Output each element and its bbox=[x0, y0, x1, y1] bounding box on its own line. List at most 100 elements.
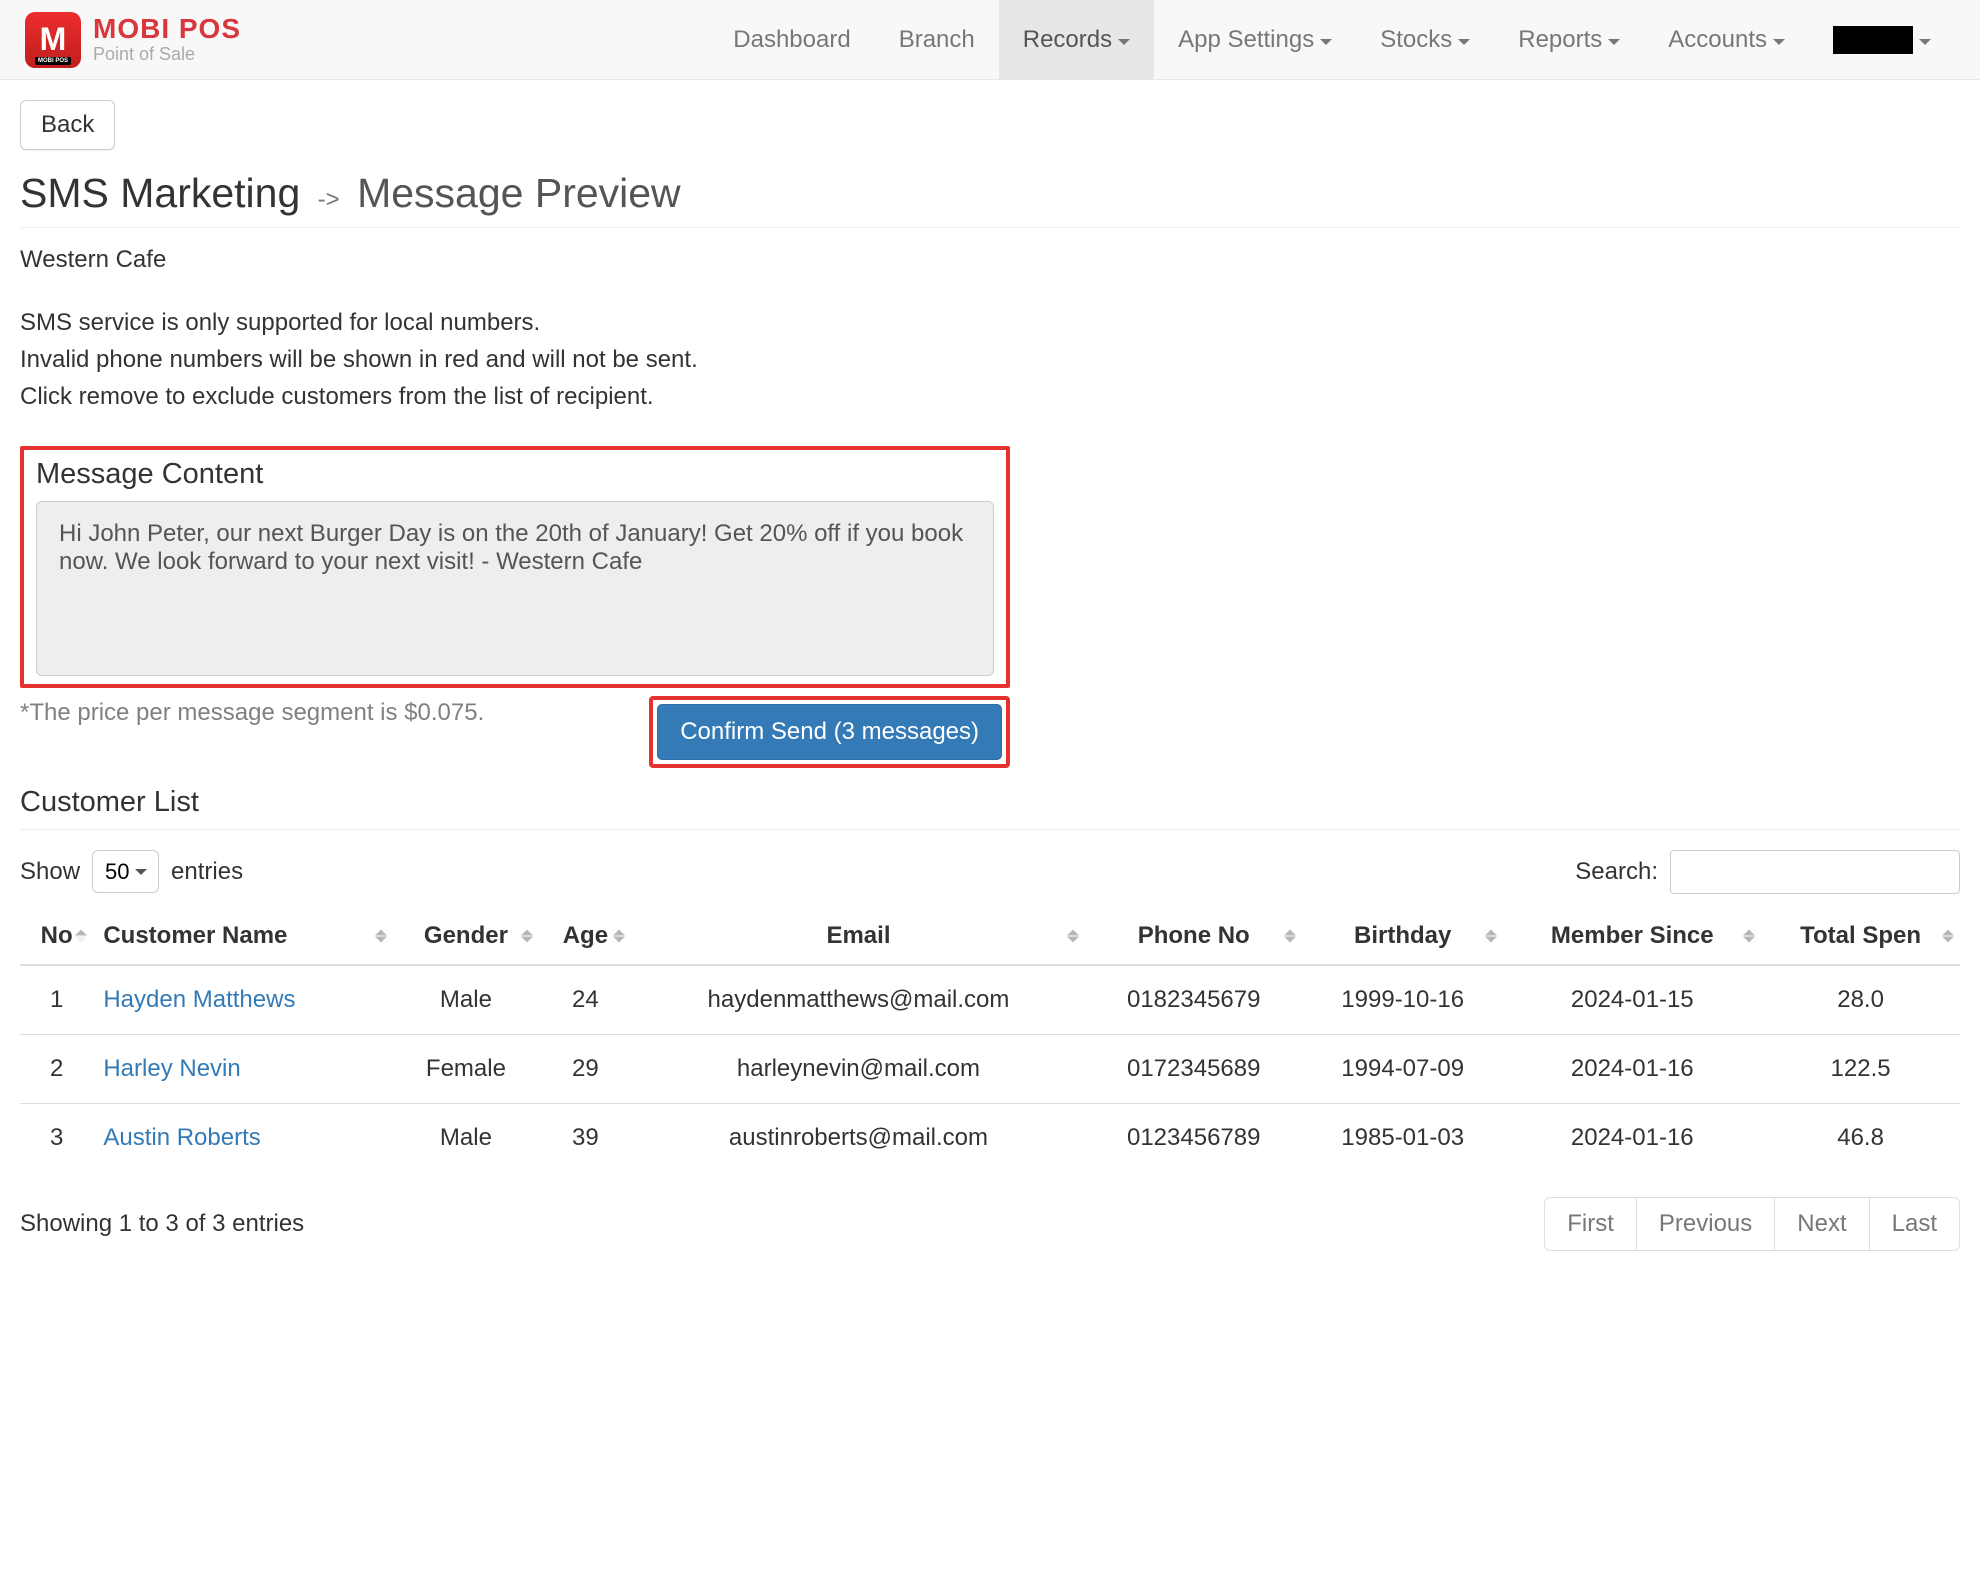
sort-icon bbox=[1485, 929, 1497, 942]
table-row: 1 Hayden Matthews Male24haydenmatthews@mai… bbox=[20, 965, 1960, 1035]
chevron-down-icon bbox=[1458, 39, 1470, 45]
sort-icon bbox=[521, 929, 533, 942]
search-input[interactable] bbox=[1670, 850, 1960, 894]
nav-label: Dashboard bbox=[733, 26, 850, 54]
cell: 1 bbox=[20, 965, 93, 1035]
cell: 3 bbox=[20, 1103, 93, 1172]
chevron-down-icon bbox=[1118, 39, 1130, 45]
nav-item-dashboard[interactable]: Dashboard bbox=[709, 0, 874, 79]
page-first[interactable]: First bbox=[1545, 1198, 1636, 1250]
page-next[interactable]: Next bbox=[1774, 1198, 1868, 1250]
nav-label: App Settings bbox=[1178, 26, 1314, 54]
nav-label: Accounts bbox=[1668, 26, 1767, 54]
column-header[interactable]: Member Since bbox=[1503, 908, 1761, 965]
chevron-down-icon bbox=[1608, 39, 1620, 45]
table-row: 3 Austin Roberts Male39austinroberts@mail.… bbox=[20, 1103, 1960, 1172]
chevron-down-icon bbox=[1320, 39, 1332, 45]
message-content: Hi John Peter, our next Burger Day is on… bbox=[36, 501, 994, 676]
show-label-post: entries bbox=[171, 858, 243, 886]
cell: austinroberts@mail.com bbox=[631, 1103, 1085, 1172]
cell: 122.5 bbox=[1761, 1034, 1960, 1103]
customer-link[interactable]: Austin Roberts bbox=[103, 1124, 260, 1151]
cell: Male bbox=[393, 1103, 540, 1172]
brand-tagline: Point of Sale bbox=[93, 45, 241, 65]
info-line: Invalid phone numbers will be shown in r… bbox=[20, 341, 1960, 378]
nav-item-reports[interactable]: Reports bbox=[1494, 0, 1644, 79]
cell-name[interactable]: Hayden Matthews bbox=[93, 965, 392, 1035]
cell: 1994-07-09 bbox=[1302, 1034, 1503, 1103]
cell: 2024-01-15 bbox=[1503, 965, 1761, 1035]
nav-item-branch[interactable]: Branch bbox=[875, 0, 999, 79]
nav-item-accounts[interactable]: Accounts bbox=[1644, 0, 1809, 79]
table-body: 1Hayden MatthewsMale24haydenmatthews@mai… bbox=[20, 965, 1960, 1172]
column-header[interactable]: Gender bbox=[393, 908, 540, 965]
divider bbox=[20, 829, 1960, 830]
chevron-down-icon bbox=[1773, 39, 1785, 45]
cell: 2024-01-16 bbox=[1503, 1103, 1761, 1172]
nav-items: Dashboard Branch Records App Settings Stocks… bbox=[709, 0, 1955, 79]
search-wrap: Search: bbox=[1575, 850, 1960, 894]
cell: Female bbox=[393, 1034, 540, 1103]
nav-item-records[interactable]: Records bbox=[999, 0, 1154, 79]
column-header[interactable]: Phone No bbox=[1085, 908, 1302, 965]
table-header-row: NoCustomer NameGenderAgeEmailPhone NoBir… bbox=[20, 908, 1960, 965]
cell: haydenmatthews@mail.com bbox=[631, 965, 1085, 1035]
column-header[interactable]: No bbox=[20, 908, 93, 965]
column-header[interactable]: Customer Name bbox=[93, 908, 392, 965]
price-note: *The price per message segment is $0.075… bbox=[20, 696, 484, 730]
sort-icon bbox=[375, 929, 387, 942]
navbar: M MOBI POS Point of Sale Dashboard Branch… bbox=[0, 0, 1980, 80]
sort-icon bbox=[1284, 929, 1296, 942]
cell: 46.8 bbox=[1761, 1103, 1960, 1172]
cell: 0123456789 bbox=[1085, 1103, 1302, 1172]
cell-name[interactable]: Harley Nevin bbox=[93, 1034, 392, 1103]
column-header[interactable]: Email bbox=[631, 908, 1085, 965]
title-arrow: -> bbox=[318, 186, 340, 213]
cell: 39 bbox=[539, 1103, 631, 1172]
nav-item-user[interactable] bbox=[1809, 0, 1955, 79]
logo[interactable]: M MOBI POS Point of Sale bbox=[25, 12, 241, 68]
message-heading: Message Content bbox=[36, 458, 994, 491]
page-title: SMS Marketing -> Message Preview bbox=[20, 170, 1960, 217]
nav-label: Stocks bbox=[1380, 26, 1452, 54]
sort-icon bbox=[75, 929, 87, 942]
nav-item-app-settings[interactable]: App Settings bbox=[1154, 0, 1356, 79]
cell: 29 bbox=[539, 1034, 631, 1103]
user-avatar bbox=[1833, 26, 1913, 54]
pagination: FirstPreviousNextLast bbox=[1544, 1197, 1960, 1251]
page-previous[interactable]: Previous bbox=[1636, 1198, 1774, 1250]
sort-icon bbox=[613, 929, 625, 942]
back-button[interactable]: Back bbox=[20, 100, 115, 150]
entries-length: Show 50 entries bbox=[20, 850, 243, 893]
show-label-pre: Show bbox=[20, 858, 80, 886]
cell: 1999-10-16 bbox=[1302, 965, 1503, 1035]
brand-name: MOBI POS bbox=[93, 14, 241, 45]
cell: 28.0 bbox=[1761, 965, 1960, 1035]
nav-item-stocks[interactable]: Stocks bbox=[1356, 0, 1494, 79]
nav-label: Records bbox=[1023, 26, 1112, 54]
nav-label: Reports bbox=[1518, 26, 1602, 54]
column-header[interactable]: Age bbox=[539, 908, 631, 965]
entries-select[interactable]: 50 bbox=[92, 850, 159, 893]
cell: 1985-01-03 bbox=[1302, 1103, 1503, 1172]
info-block: SMS service is only supported for local … bbox=[20, 304, 1960, 416]
confirm-highlight: Confirm Send (3 messages) bbox=[649, 696, 1010, 768]
sort-icon bbox=[1942, 929, 1954, 942]
column-header[interactable]: Birthday bbox=[1302, 908, 1503, 965]
branch-name: Western Cafe bbox=[20, 246, 1960, 274]
info-line: Click remove to exclude customers from t… bbox=[20, 378, 1960, 415]
cell: 24 bbox=[539, 965, 631, 1035]
customer-link[interactable]: Hayden Matthews bbox=[103, 986, 295, 1013]
sort-icon bbox=[1067, 929, 1079, 942]
table-row: 2Harley NevinFemale29harleynevin@mail.co… bbox=[20, 1034, 1960, 1103]
cell: 2 bbox=[20, 1034, 93, 1103]
column-header[interactable]: Total Spen bbox=[1761, 908, 1960, 965]
customer-link[interactable]: Harley Nevin bbox=[103, 1055, 240, 1082]
title-sub: Message Preview bbox=[357, 170, 681, 216]
table-info: Showing 1 to 3 of 3 entries bbox=[20, 1210, 304, 1238]
cell-name[interactable]: Austin Roberts bbox=[93, 1103, 392, 1172]
page-last[interactable]: Last bbox=[1869, 1198, 1959, 1250]
nav-label: Branch bbox=[899, 26, 975, 54]
confirm-send-button[interactable]: Confirm Send (3 messages) bbox=[657, 704, 1002, 760]
cell: Male bbox=[393, 965, 540, 1035]
